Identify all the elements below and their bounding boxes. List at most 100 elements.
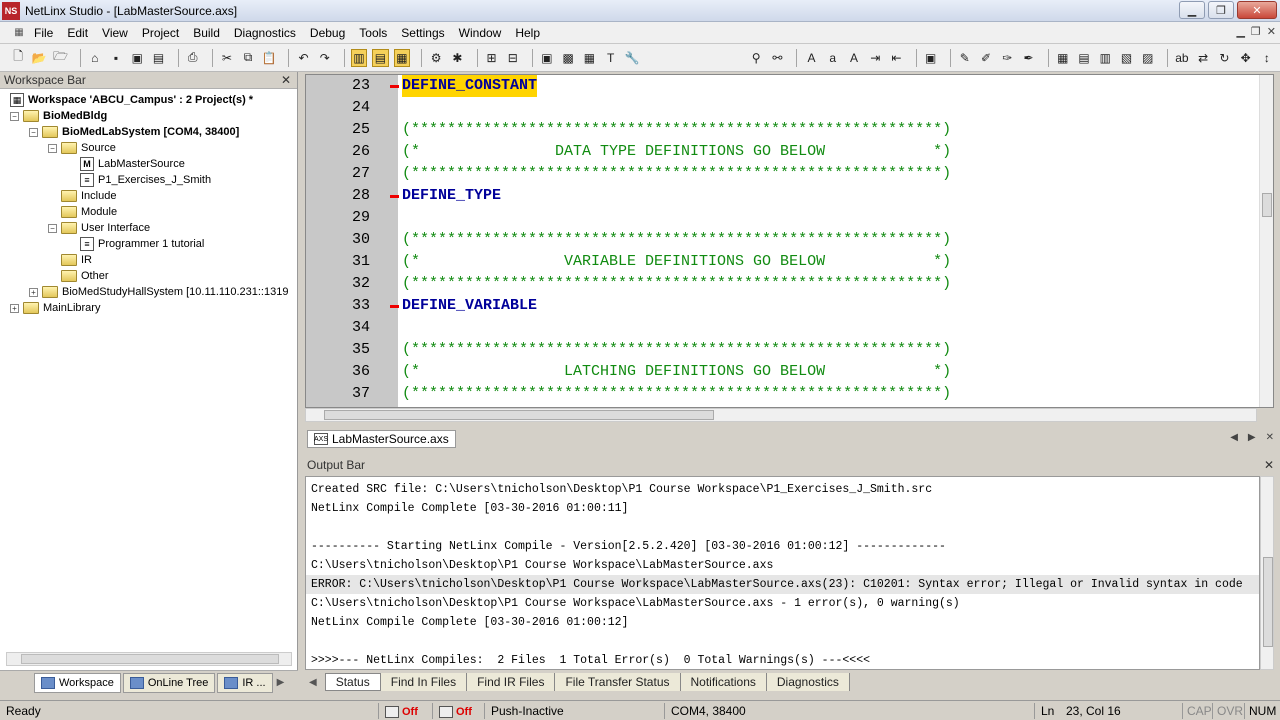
device-icon[interactable]: ⊞ (483, 49, 499, 67)
sync-icon[interactable]: ⇄ (1195, 49, 1211, 67)
tree-item[interactable]: Other (48, 268, 109, 284)
scrollbar-thumb[interactable] (1263, 557, 1273, 647)
transfer-icon[interactable]: ⊟ (505, 49, 521, 67)
open-folder-icon[interactable]: 📂 (31, 49, 47, 67)
layout-three-icon[interactable]: ▦ (393, 48, 411, 67)
tab-scroll-left-icon[interactable]: ◀ (309, 677, 317, 688)
menu-view[interactable]: View (102, 26, 136, 40)
scrollbar-thumb[interactable] (21, 654, 279, 664)
menu-diagnostics[interactable]: Diagnostics (234, 26, 304, 40)
new-file-icon[interactable]: 🗋 (10, 49, 26, 67)
dev-icon[interactable]: ▧ (1118, 49, 1134, 67)
tree-item[interactable]: − BioMedLabSystem [COM4, 38400] (29, 124, 239, 140)
mdi-close-icon[interactable]: ✕ (1267, 25, 1276, 38)
tab-scroll-right-icon[interactable]: ▶ (277, 677, 285, 688)
tab-file-transfer-status[interactable]: File Transfer Status (555, 673, 681, 691)
menu-project[interactable]: Project (142, 26, 187, 40)
tab-online-tree[interactable]: OnLine Tree (122, 672, 216, 693)
fold-marker-icon[interactable] (390, 305, 399, 308)
binoculars-icon[interactable]: ⚲ (748, 49, 764, 67)
indent-icon[interactable]: ⇥ (867, 49, 883, 67)
next-tab-icon[interactable]: ▶ (1248, 432, 1256, 443)
bookmark-next-icon[interactable]: ✐ (978, 49, 994, 67)
tree-item[interactable]: ≡ Programmer 1 tutorial (67, 236, 204, 252)
mdi-restore-icon[interactable]: ❐ (1251, 25, 1261, 38)
screen-icon[interactable]: ▩ (560, 49, 576, 67)
menu-help[interactable]: Help (515, 26, 548, 40)
close-button[interactable]: ✕ (1237, 1, 1277, 19)
terminal-icon[interactable]: ▣ (539, 49, 555, 67)
paste-icon[interactable]: 📋 (261, 49, 277, 67)
tab-labmastersource[interactable]: AXS LabMasterSource.axs (307, 430, 456, 448)
find-next-icon[interactable]: ⚯ (769, 49, 785, 67)
layout-one-icon[interactable]: ▥ (350, 48, 368, 67)
tree-item[interactable]: ≡ P1_Exercises_J_Smith (67, 172, 211, 188)
output-console[interactable]: Created SRC file: C:\Users\tnicholson\De… (305, 476, 1260, 670)
menu-edit[interactable]: Edit (67, 26, 96, 40)
copy-icon[interactable]: ⧉ (240, 49, 256, 67)
minimize-button[interactable]: ▁ (1179, 1, 1205, 19)
expand-toggle-icon[interactable]: − (10, 111, 19, 121)
tree-item[interactable]: − User Interface (48, 220, 150, 236)
refresh-icon[interactable]: ↻ (1216, 49, 1232, 67)
tree-item[interactable]: ▦ Workspace 'ABCU_Campus' : 2 Project(s) … (10, 92, 253, 108)
font-a-icon[interactable]: A (803, 49, 819, 67)
tree-item[interactable]: IR (48, 252, 92, 268)
tab-workspace[interactable]: Workspace (34, 672, 121, 693)
menu-file[interactable]: File (34, 26, 61, 40)
menu-build[interactable]: Build (193, 26, 228, 40)
cut-icon[interactable]: ✂ (219, 49, 235, 67)
bookmark-icon[interactable]: ✎ (957, 49, 973, 67)
table-icon[interactable]: ▦ (1055, 49, 1071, 67)
prev-tab-icon[interactable]: ◀ (1230, 432, 1238, 443)
tab-find-in-files[interactable]: Find In Files (380, 673, 468, 691)
menu-debug[interactable]: Debug (310, 26, 353, 40)
redo-icon[interactable]: ↷ (317, 49, 333, 67)
tab-notifications[interactable]: Notifications (680, 673, 767, 691)
menu-tools[interactable]: Tools (359, 26, 395, 40)
move-icon[interactable]: ✥ (1238, 49, 1254, 67)
grid-icon[interactable]: ▤ (1076, 49, 1092, 67)
editor-horizontal-scrollbar[interactable] (305, 408, 1257, 422)
expand-toggle-icon[interactable]: + (10, 303, 19, 313)
outdent-icon[interactable]: ⇤ (888, 49, 904, 67)
font-a-small-icon[interactable]: a (825, 49, 841, 67)
document-icon[interactable]: ▦ (10, 25, 28, 41)
expand-toggle-icon[interactable]: − (48, 223, 57, 233)
output-scrollbar[interactable] (1260, 476, 1274, 670)
ins-icon[interactable]: ▥ (1097, 49, 1113, 67)
tab-diagnostics[interactable]: Diagnostics (766, 673, 850, 691)
fold-marker-icon[interactable] (390, 195, 399, 198)
expand-toggle-icon[interactable]: − (48, 143, 57, 153)
save-copy-icon[interactable]: ▤ (150, 49, 166, 67)
tree-item[interactable]: − Source (48, 140, 116, 156)
error-line[interactable]: ERROR: C:\Users\tnicholson\Desktop\P1 Co… (306, 575, 1259, 594)
mdi-minimize-icon[interactable]: ▁ (1236, 25, 1244, 38)
restore-button[interactable]: ❐ (1208, 1, 1234, 19)
tree-item[interactable]: − BioMedBldg (10, 108, 107, 124)
undo-icon[interactable]: ↶ (295, 49, 311, 67)
compile-icon[interactable]: ⚙ (428, 49, 444, 67)
menu-window[interactable]: Window (459, 26, 510, 40)
display-icon[interactable]: ▣ (923, 49, 939, 67)
scrollbar-thumb[interactable] (324, 410, 714, 420)
editor-vertical-scrollbar[interactable] (1259, 75, 1273, 407)
close-doc-icon[interactable]: ✕ (1266, 432, 1274, 443)
tools-icon[interactable]: ▦ (581, 49, 597, 67)
expand-toggle-icon[interactable]: − (29, 127, 38, 137)
tree-item[interactable]: Include (48, 188, 116, 204)
workspace-scrollbar[interactable] (6, 652, 292, 666)
menu-settings[interactable]: Settings (401, 26, 452, 40)
open-icon[interactable]: 🗁 (53, 49, 69, 67)
bookmark-clear-icon[interactable]: ✒ (1020, 49, 1036, 67)
print-icon[interactable]: ⎙ (185, 49, 201, 67)
expand-icon[interactable]: ↕ (1259, 49, 1275, 67)
tree-item[interactable]: + MainLibrary (10, 300, 100, 316)
build-icon[interactable]: ✱ (449, 49, 465, 67)
text-icon[interactable]: T (603, 49, 619, 67)
replace-icon[interactable]: ab (1174, 49, 1190, 67)
tree-item[interactable]: + BioMedStudyHallSystem [10.11.110.231::1… (29, 284, 288, 300)
tab-find-ir-files[interactable]: Find IR Files (467, 673, 556, 691)
expand-toggle-icon[interactable]: + (29, 287, 38, 297)
close-icon[interactable]: ✕ (281, 72, 291, 89)
